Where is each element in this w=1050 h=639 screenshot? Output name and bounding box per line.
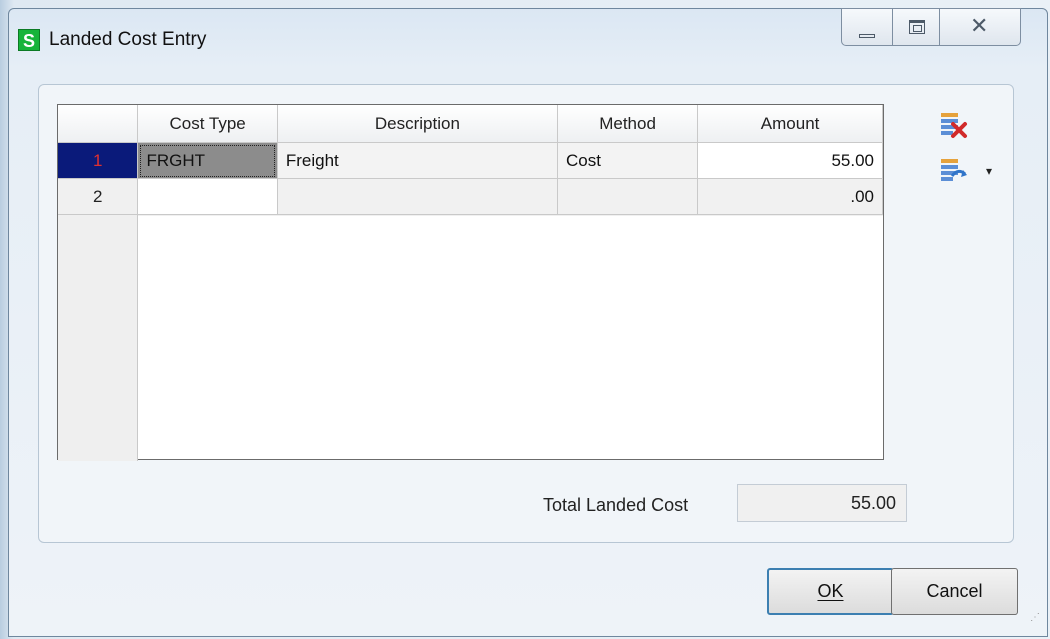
window-title: Landed Cost Entry [49,29,207,50]
minimize-icon [859,34,875,38]
grid-table: Cost Type Description Method Amount 1 FR… [58,105,883,215]
ok-button[interactable]: OK [767,568,894,615]
amount-cell[interactable]: 55.00 [697,142,883,179]
app-icon: S [18,29,40,51]
title-bar[interactable]: S Landed Cost Entry ✕ [9,8,1047,75]
column-header-cost-type[interactable]: Cost Type [137,105,278,143]
grid-header-row: Cost Type Description Method Amount [58,105,883,143]
method-cell[interactable]: Cost [557,142,699,179]
ok-button-label: OK [817,581,844,601]
total-landed-cost-value: 55.00 [737,484,907,522]
more-options-icon [941,159,967,181]
description-cell[interactable] [277,178,558,215]
cancel-button[interactable]: Cancel [891,568,1018,615]
column-header-method[interactable]: Method [557,105,699,143]
maximize-icon [909,20,925,34]
close-icon: ✕ [970,13,989,38]
description-cell[interactable]: Freight [277,142,558,179]
delete-row-icon [941,113,967,138]
corner-header [58,105,139,143]
grid-empty-area [138,216,883,459]
minimize-button[interactable] [841,8,893,46]
amount-cell[interactable]: .00 [697,178,883,215]
resize-grip[interactable]: ⋰ [1030,612,1041,623]
table-row[interactable]: 2 .00 [58,178,883,215]
cancel-button-label: Cancel [926,581,983,601]
maximize-button[interactable] [892,8,940,46]
close-button[interactable]: ✕ [939,8,1021,46]
delete-row-button[interactable] [938,110,972,140]
row-number[interactable]: 2 [58,178,139,215]
cost-type-cell[interactable] [137,178,278,215]
more-options-button[interactable] [938,156,972,186]
method-cell[interactable] [557,178,699,215]
table-row[interactable]: 1 FRGHT Freight Cost 55.00 [58,142,883,179]
column-header-amount[interactable]: Amount [697,105,883,143]
chevron-down-icon[interactable]: ▾ [986,164,992,178]
total-landed-cost-label: Total Landed Cost [543,495,689,515]
row-number[interactable]: 1 [58,142,139,179]
column-header-description[interactable]: Description [277,105,558,143]
cost-type-cell[interactable]: FRGHT [137,142,278,179]
landed-cost-grid: Cost Type Description Method Amount 1 FR… [57,104,884,461]
